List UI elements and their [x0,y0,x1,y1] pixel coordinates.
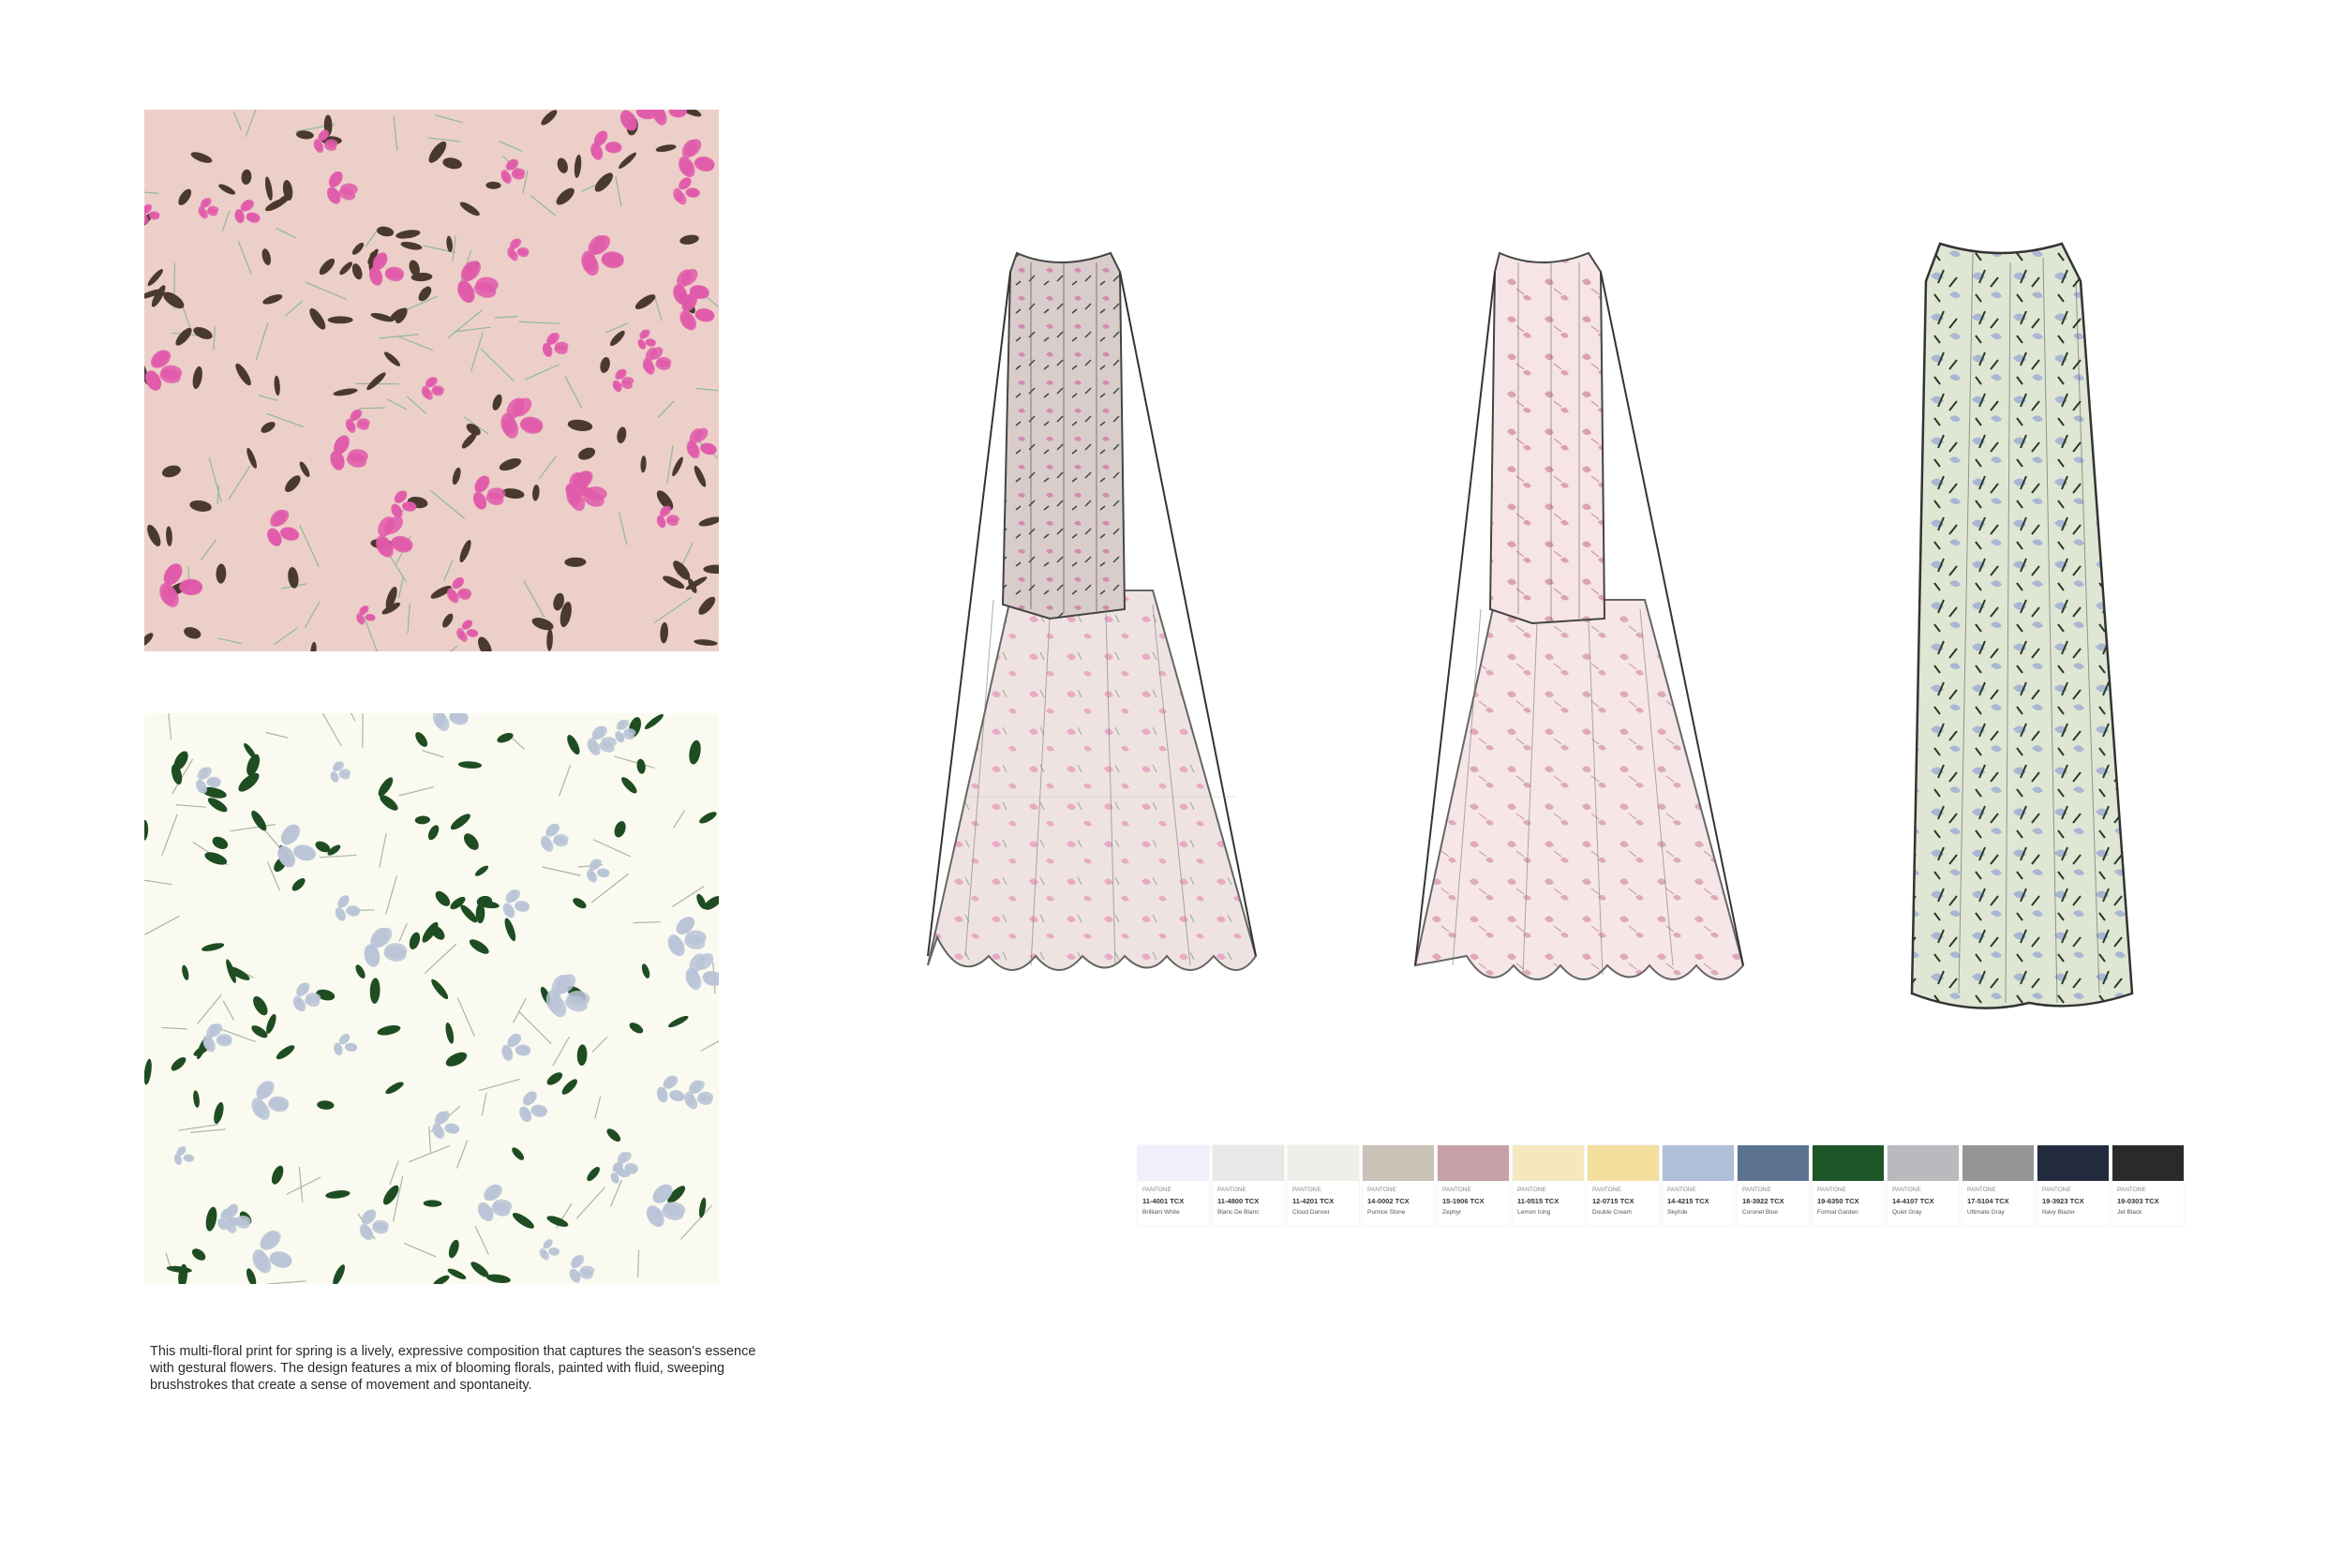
pantone-color-swatch [1813,1145,1884,1181]
pantone-chip: PANTONE 12-0715 TCX Double Cream [1588,1145,1659,1226]
pantone-brand: PANTONE [2042,1187,2071,1193]
pantone-chip: PANTONE 14-0002 TCX Pumice Stone [1363,1145,1434,1226]
pantone-color-name: Lemon Icing [1517,1209,1551,1216]
pantone-chip: PANTONE 14-4107 TCX Quiet Gray [1888,1145,1959,1226]
pantone-color-swatch [2112,1145,2184,1181]
pantone-brand: PANTONE [1817,1187,1846,1193]
pantone-code: 18-3922 TCX [1742,1197,1784,1205]
pantone-color-name: Navy Blazer [2042,1209,2076,1216]
pantone-code: 12-0715 TCX [1592,1197,1634,1205]
pink-floral-print-swatch [144,110,719,651]
pantone-chip: PANTONE 19-3923 TCX Navy Blazer [2037,1145,2109,1226]
pantone-color-swatch [1363,1145,1434,1181]
pantone-color-swatch [1213,1145,1284,1181]
pantone-brand: PANTONE [1667,1187,1696,1193]
pantone-color-name: Jet Black [2117,1209,2142,1216]
pantone-color-name: Blanc De Blanc [1217,1209,1260,1216]
pantone-brand: PANTONE [1892,1187,1921,1193]
pantone-code: 14-0002 TCX [1367,1197,1410,1205]
pantone-brand: PANTONE [1742,1187,1771,1193]
pantone-code: 15-1906 TCX [1442,1197,1485,1205]
pantone-color-name: Formal Garden [1817,1209,1858,1216]
description-line-3: brushstrokes that create a sense of move… [150,1378,532,1393]
pantone-chip: PANTONE 19-6350 TCX Formal Garden [1813,1145,1884,1226]
dress-sketch-light-pink-scallop [1413,251,1745,980]
pantone-chip: PANTONE 11-4201 TCX Cloud Dancer [1288,1145,1359,1226]
pantone-brand: PANTONE [1142,1187,1172,1193]
pantone-brand: PANTONE [1967,1187,1996,1193]
pantone-color-swatch [1588,1145,1659,1181]
pantone-color-swatch [1888,1145,1959,1181]
pantone-palette: PANTONE 11-4001 TCX Brilliant White PANTONE… [1138,1145,2191,1226]
pantone-chip: PANTONE 17-5104 TCX Ultimate Gray [1962,1145,2034,1226]
pantone-brand: PANTONE [1442,1187,1471,1193]
pantone-chip: PANTONE 11-4001 TCX Brilliant White [1138,1145,1209,1226]
pantone-color-swatch [2037,1145,2109,1181]
pantone-chip: PANTONE 11-0515 TCX Lemon Icing [1513,1145,1584,1226]
pantone-chip: PANTONE 14-4215 TCX Skyride [1663,1145,1734,1226]
pantone-code: 19-6350 TCX [1817,1197,1859,1205]
pantone-code: 14-4107 TCX [1892,1197,1934,1205]
pantone-color-name: Skyride [1667,1209,1688,1216]
pantone-color-swatch [1438,1145,1509,1181]
pantone-code: 11-4201 TCX [1292,1197,1335,1205]
pantone-brand: PANTONE [1517,1187,1546,1193]
pantone-color-name: Quiet Gray [1892,1209,1922,1216]
print-description: This multi-floral print for spring is a … [150,1343,843,1394]
pantone-color-name: Coronet Blue [1742,1209,1778,1216]
pantone-color-swatch [1138,1145,1209,1181]
dress-sketch-pink-scallop [927,251,1258,971]
description-line-2: with gestural flowers. The design featur… [150,1361,725,1376]
cream-floral-print-swatch [144,713,719,1284]
pantone-color-name: Double Cream [1592,1209,1632,1216]
pantone-chip: PANTONE 11-4800 TCX Blanc De Blanc [1213,1145,1284,1226]
pantone-chip: PANTONE 19-0303 TCX Jet Black [2112,1145,2184,1226]
pantone-color-swatch [1663,1145,1734,1181]
pantone-code: 11-0515 TCX [1517,1197,1560,1205]
pantone-brand: PANTONE [1367,1187,1396,1193]
pantone-code: 19-0303 TCX [2117,1197,2159,1205]
pantone-brand: PANTONE [1217,1187,1246,1193]
pantone-chip: PANTONE 18-3922 TCX Coronet Blue [1738,1145,1809,1226]
pantone-brand: PANTONE [1592,1187,1621,1193]
pantone-brand: PANTONE [1292,1187,1321,1193]
description-line-1: This multi-floral print for spring is a … [150,1344,756,1359]
pantone-code: 14-4215 TCX [1667,1197,1709,1205]
pantone-color-swatch [1513,1145,1584,1181]
pantone-color-name: Brilliant White [1142,1209,1180,1216]
pantone-brand: PANTONE [2117,1187,2146,1193]
pantone-color-swatch [1962,1145,2034,1181]
pantone-color-name: Pumice Stone [1367,1209,1406,1216]
dress-sketch-mint-maxi [1910,242,2134,1009]
pantone-color-name: Zephyr [1442,1209,1462,1216]
pantone-chip: PANTONE 15-1906 TCX Zephyr [1438,1145,1509,1226]
pantone-color-swatch [1738,1145,1809,1181]
pantone-color-name: Ultimate Gray [1967,1209,2005,1216]
pantone-code: 19-3923 TCX [2042,1197,2084,1205]
pantone-code: 11-4001 TCX [1142,1197,1185,1205]
pantone-color-name: Cloud Dancer [1292,1209,1330,1216]
pantone-code: 11-4800 TCX [1217,1197,1260,1205]
pantone-code: 17-5104 TCX [1967,1197,2009,1205]
pantone-color-swatch [1288,1145,1359,1181]
